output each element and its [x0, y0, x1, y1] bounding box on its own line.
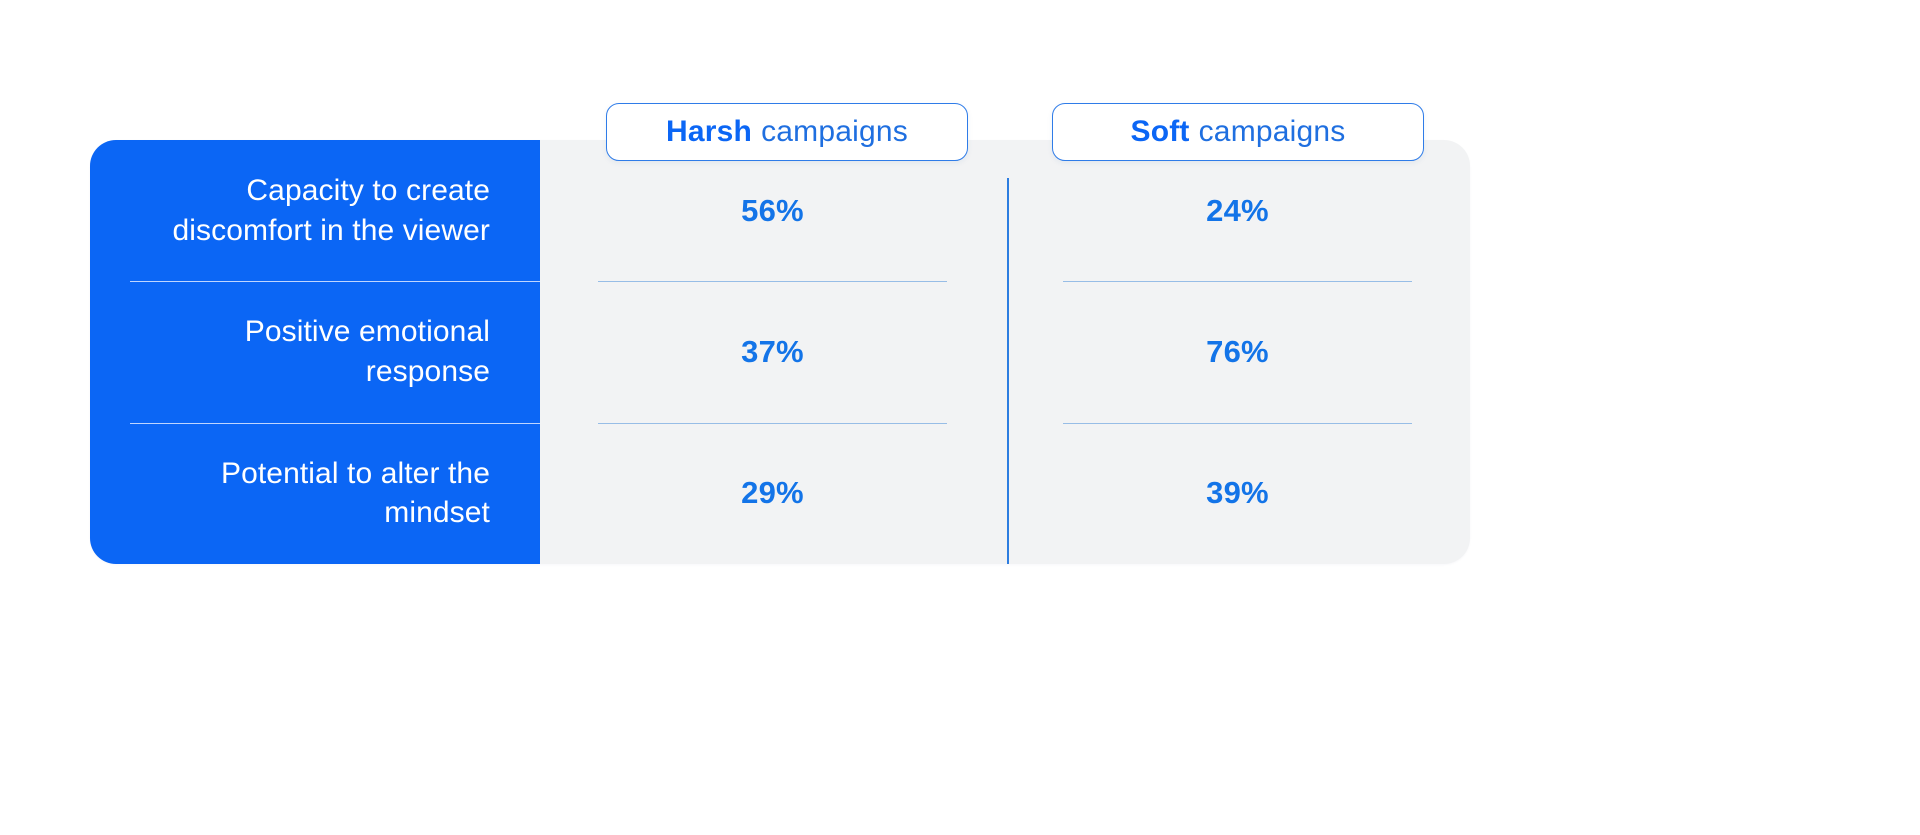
comparison-table-figure: Capacity to create discomfort in the vie…	[0, 0, 1920, 835]
column-divider	[1007, 178, 1009, 564]
row-label-positive-emotional-response: Positive emotional response	[244, 315, 490, 388]
value-harsh-capacity-discomfort: 56%	[741, 192, 804, 228]
value-soft-positive-emotional-response: 76%	[1206, 333, 1269, 369]
table-row: Capacity to create discomfort in the vie…	[90, 140, 540, 281]
values-area: 56% 37% 29% 24% 76% 39%	[540, 140, 1470, 564]
column-harsh-campaigns: 56% 37% 29%	[540, 140, 1005, 564]
table-cell: 37%	[540, 281, 1005, 422]
table-cell: 56%	[540, 140, 1005, 281]
value-harsh-potential-alter-mindset: 29%	[741, 475, 804, 511]
table-row: Positive emotional response	[90, 281, 540, 422]
column-header-harsh-campaigns: Harsh campaigns	[606, 103, 968, 161]
column-header-soft-emphasis: Soft	[1130, 115, 1190, 148]
column-header-harsh-emphasis: Harsh	[666, 115, 753, 148]
column-header-soft-rest: campaigns	[1198, 115, 1346, 148]
value-soft-potential-alter-mindset: 39%	[1206, 475, 1269, 511]
value-harsh-positive-emotional-response: 37%	[741, 333, 804, 369]
criteria-label-rows: Capacity to create discomfort in the vie…	[90, 140, 540, 564]
table-cell: 39%	[1005, 422, 1470, 564]
column-header-harsh-rest: campaigns	[761, 115, 908, 148]
row-label-potential-alter-mindset: Potential to alter the mindset	[220, 456, 490, 530]
row-label-capacity-discomfort: Capacity to create discomfort in the vie…	[172, 174, 490, 247]
value-soft-capacity-discomfort: 24%	[1206, 192, 1269, 228]
table-cell: 76%	[1005, 281, 1470, 422]
criteria-label-panel: Capacity to create discomfort in the vie…	[90, 140, 540, 564]
column-soft-campaigns: 24% 76% 39%	[1005, 140, 1470, 564]
table-cell: 29%	[540, 422, 1005, 564]
column-header-soft-campaigns: Soft campaigns	[1052, 103, 1424, 161]
table-row: Potential to alter the mindset	[90, 422, 540, 564]
table-cell: 24%	[1005, 140, 1470, 281]
